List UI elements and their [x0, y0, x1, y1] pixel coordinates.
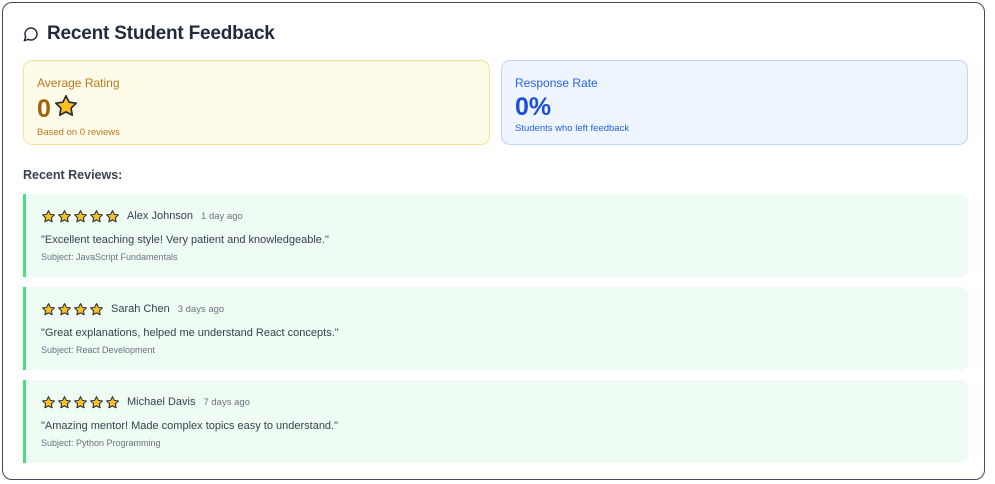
- reviews-list: Alex Johnson 1 day ago "Excellent teachi…: [23, 194, 968, 473]
- card-header: Recent Student Feedback: [23, 23, 275, 45]
- star-rating: [41, 302, 104, 317]
- review-item: Alex Johnson 1 day ago "Excellent teachi…: [23, 194, 968, 277]
- star-rating: [41, 395, 120, 410]
- average-rating-value-row: 0: [37, 93, 476, 125]
- review-item: Sarah Chen 3 days ago "Great explanation…: [23, 287, 968, 370]
- review-comment: "Great explanations, helped me understan…: [41, 327, 339, 339]
- review-comment: "Amazing mentor! Made complex topics eas…: [41, 420, 339, 432]
- review-subject: Subject: React Development: [41, 345, 156, 355]
- review-subject: Subject: Python Programming: [41, 438, 161, 448]
- chat-bubble-icon: [23, 26, 39, 42]
- reviewer-name: Sarah Chen: [111, 303, 170, 315]
- star-icon: [89, 302, 104, 317]
- review-time: 3 days ago: [177, 303, 225, 315]
- review-item: Michael Davis 7 days ago "Amazing mentor…: [23, 380, 968, 463]
- star-rating: [41, 209, 120, 224]
- star-icon: [73, 209, 88, 224]
- star-icon: [41, 395, 56, 410]
- recent-reviews-heading: Recent Reviews:: [23, 168, 123, 182]
- page-title: Recent Student Feedback: [47, 23, 275, 44]
- average-rating-subtext: Based on 0 reviews: [37, 127, 120, 138]
- response-rate-label: Response Rate: [515, 76, 598, 90]
- average-rating-label: Average Rating: [37, 76, 120, 90]
- review-comment: "Excellent teaching style! Very patient …: [41, 234, 329, 246]
- response-rate-subtext: Students who left feedback: [515, 123, 630, 134]
- star-icon: [57, 209, 72, 224]
- star-icon: [89, 209, 104, 224]
- star-icon: [41, 302, 56, 317]
- star-icon: [53, 93, 79, 125]
- star-icon: [105, 395, 120, 410]
- review-subject: Subject: JavaScript Fundamentals: [41, 252, 178, 262]
- star-icon: [73, 395, 88, 410]
- reviewer-name: Michael Davis: [127, 396, 196, 408]
- response-rate-value: 0%: [515, 93, 552, 121]
- star-icon: [57, 395, 72, 410]
- star-icon: [57, 302, 72, 317]
- response-rate-panel: Response Rate 0% Students who left feedb…: [501, 60, 968, 145]
- star-icon: [41, 209, 56, 224]
- review-time: 1 day ago: [201, 210, 243, 222]
- reviewer-name: Alex Johnson: [127, 210, 194, 222]
- feedback-card: Recent Student Feedback Average Rating 0…: [2, 2, 985, 480]
- star-icon: [89, 395, 104, 410]
- star-icon: [73, 302, 88, 317]
- average-rating-panel: Average Rating 0 Based on 0 reviews: [23, 60, 490, 145]
- average-rating-value: 0: [37, 95, 51, 123]
- star-icon: [105, 209, 120, 224]
- review-time: 7 days ago: [203, 396, 250, 408]
